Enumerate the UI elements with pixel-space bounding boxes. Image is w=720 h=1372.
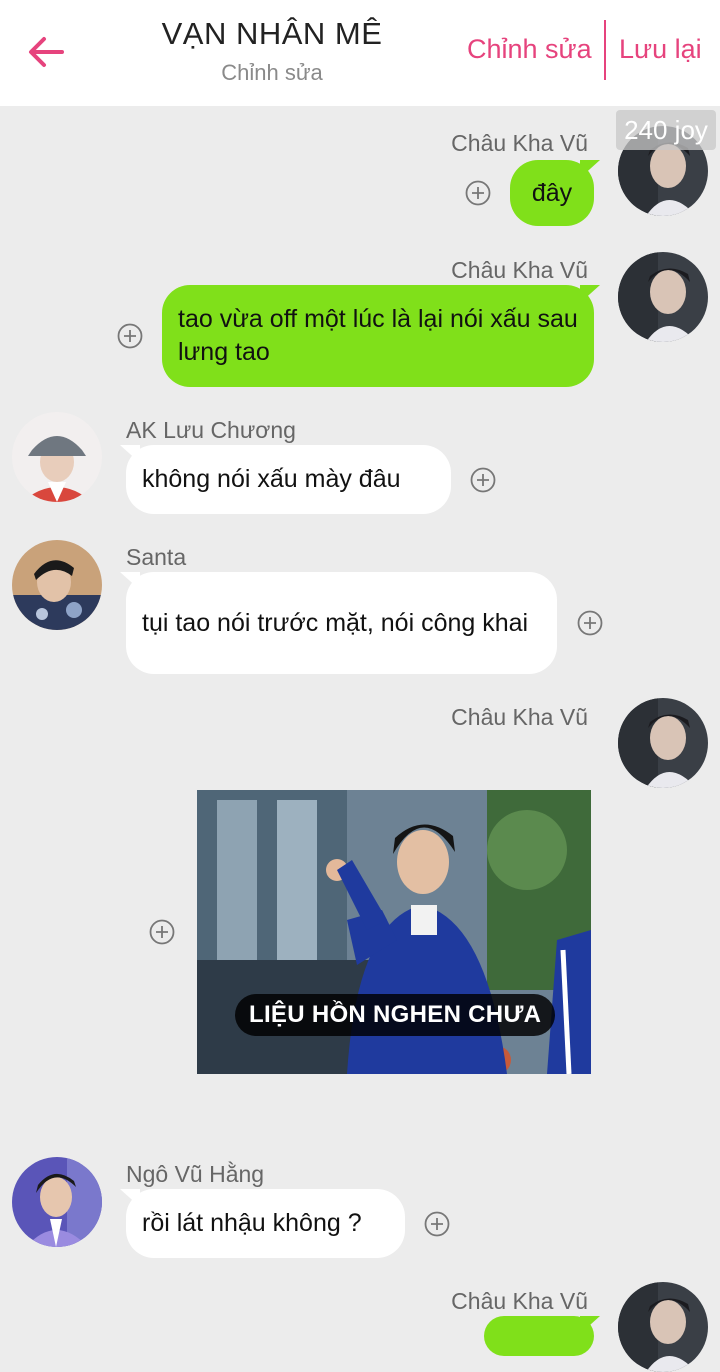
message-bubble[interactable]: đây <box>510 160 594 226</box>
save-button[interactable]: Lưu lại <box>619 34 702 65</box>
sender-name: Châu Kha Vũ <box>451 130 588 156</box>
add-reaction-icon[interactable] <box>424 1211 450 1237</box>
message-bubble[interactable]: rồi lát nhậu không ? <box>126 1189 405 1258</box>
add-reaction-icon[interactable] <box>117 323 143 349</box>
add-reaction-icon[interactable] <box>470 467 496 493</box>
add-reaction-icon[interactable] <box>577 610 603 636</box>
joy-badge: 240 joy <box>616 110 716 150</box>
chat-header: VẠN NHÂN MÊ Chỉnh sửa Chỉnh sửa Lưu lại <box>0 0 720 106</box>
message-bubble[interactable]: không nói xấu mày đâu <box>126 445 451 514</box>
message-bubble[interactable] <box>484 1316 594 1356</box>
message-image[interactable]: LIỆU HỒN NGHEN CHƯA <box>197 790 591 1074</box>
chat-title: VẠN NHÂN MÊ <box>161 16 383 51</box>
add-reaction-icon[interactable] <box>149 919 175 945</box>
avatar-chau-kha-vu[interactable] <box>618 698 708 788</box>
message-bubble[interactable]: tao vừa off một lúc là lại nói xấu sau l… <box>162 285 594 387</box>
add-reaction-icon[interactable] <box>465 180 491 206</box>
avatar-ak-luu-chuong[interactable] <box>12 412 102 502</box>
sender-name: Châu Kha Vũ <box>451 1288 588 1314</box>
sender-name: Santa <box>126 544 187 570</box>
chat-subtitle: Chỉnh sửa <box>221 60 323 85</box>
avatar-santa[interactable] <box>12 540 102 630</box>
sender-name: Châu Kha Vũ <box>451 704 588 730</box>
back-arrow-icon[interactable] <box>22 28 70 76</box>
avatar-chau-kha-vu[interactable] <box>618 252 708 342</box>
image-caption: LIỆU HỒN NGHEN CHƯA <box>235 994 556 1036</box>
sender-name: Châu Kha Vũ <box>451 257 588 283</box>
sender-name: Ngô Vũ Hằng <box>126 1161 265 1187</box>
edit-button[interactable]: Chỉnh sửa <box>467 34 592 65</box>
avatar-chau-kha-vu[interactable] <box>618 1282 708 1372</box>
header-divider <box>604 20 606 80</box>
sender-name: AK Lưu Chương <box>126 417 296 443</box>
message-bubble[interactable]: tụi tao nói trước mặt, nói công khai <box>126 572 557 674</box>
avatar-ngo-vu-hang[interactable] <box>12 1157 102 1247</box>
